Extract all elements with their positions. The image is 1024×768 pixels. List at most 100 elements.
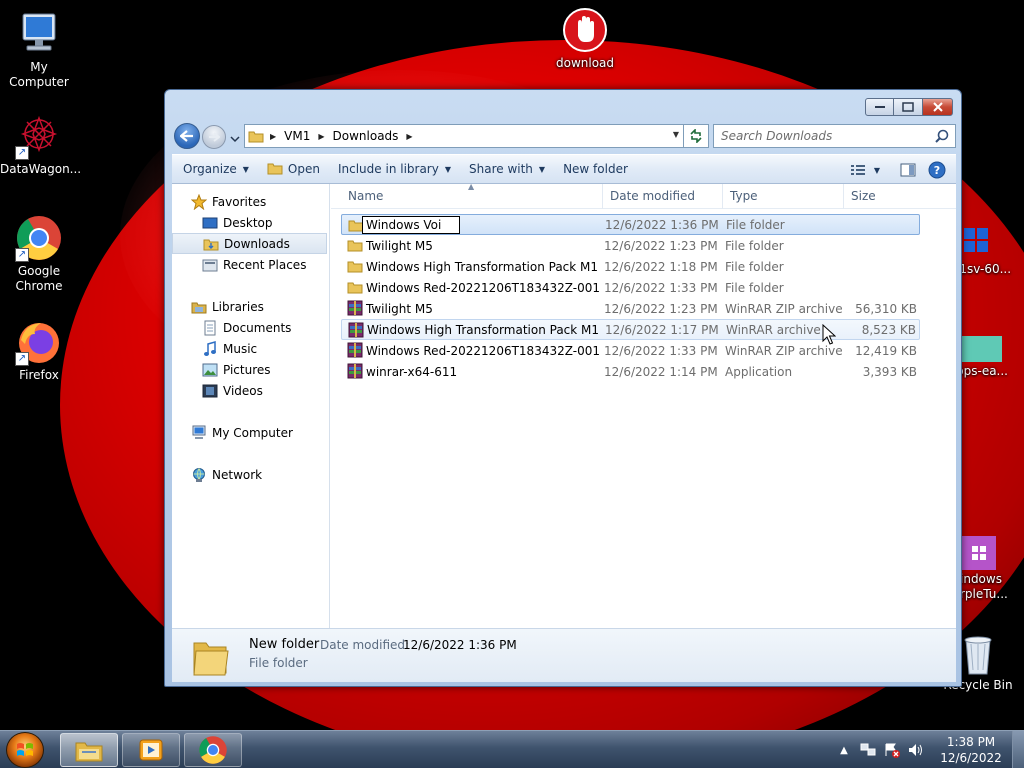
start-button[interactable] <box>6 732 44 768</box>
folder-icon <box>193 642 229 676</box>
rename-input[interactable] <box>362 216 460 234</box>
nav-label: Videos <box>223 383 263 398</box>
nav-label: Desktop <box>223 215 273 230</box>
open-button[interactable]: Open <box>258 154 329 184</box>
navigation-bar: ▶ VM1 ▶ Downloads ▶ ▼ <box>172 123 956 149</box>
show-desktop-button[interactable] <box>1012 731 1024 768</box>
desktop-icon-label: download <box>555 56 615 70</box>
network-icon <box>191 467 207 483</box>
nav-documents[interactable]: Documents <box>172 317 329 338</box>
recent-pages-button[interactable] <box>230 132 240 143</box>
preview-pane-button[interactable] <box>892 155 924 185</box>
new-folder-label: New folder <box>563 162 628 176</box>
change-view-button[interactable] <box>846 155 870 185</box>
help-button[interactable]: ? <box>924 155 950 185</box>
search-box[interactable] <box>713 124 956 148</box>
desktop-icon-windows-purple[interactable]: indows rpleTu... <box>956 536 1024 602</box>
nav-my-computer[interactable]: My Computer <box>172 422 329 443</box>
desktop-icon-label: indows rpleTu... <box>960 572 1008 601</box>
address-bar[interactable]: ▶ VM1 ▶ Downloads ▶ ▼ <box>244 124 684 148</box>
minimize-button[interactable] <box>865 98 894 116</box>
taskbar-chrome[interactable] <box>184 733 242 767</box>
file-name: Windows High Transformation Pack M1 <box>366 259 599 274</box>
taskbar-clock[interactable]: 1:38 PM 12/6/2022 <box>936 734 1006 766</box>
file-date: 12/6/2022 1:23 PM <box>604 301 718 316</box>
view-options-dropdown[interactable]: ▼ <box>870 155 892 185</box>
desktop-icon-datawagon[interactable]: ↗ DataWagon... <box>0 112 81 177</box>
file-name: Twilight M5 <box>366 301 433 316</box>
new-folder-button[interactable]: New folder <box>554 154 637 184</box>
desktop-icon-label: My Computer <box>9 60 69 89</box>
search-input[interactable] <box>721 129 921 143</box>
address-dropdown-icon[interactable]: ▼ <box>673 130 679 139</box>
chrome-icon <box>199 736 227 764</box>
file-type: WinRAR archive <box>726 322 821 337</box>
details-pane: New folder Date modified: 12/6/2022 1:36… <box>172 628 956 682</box>
column-type[interactable]: Type <box>723 184 844 209</box>
shortcut-arrow-icon: ↗ <box>15 248 29 262</box>
breadcrumb-separator-icon[interactable]: ▶ <box>266 132 280 141</box>
file-size: 56,310 KB <box>855 301 917 316</box>
organize-button[interactable]: Organize ▼ <box>172 154 258 184</box>
desktop-icon-download[interactable]: download <box>546 6 624 71</box>
desktop-icon-google-chrome[interactable]: ↗ Google Chrome <box>0 214 78 294</box>
file-row[interactable]: Twilight M5 12/6/2022 1:23 PM WinRAR ZIP… <box>341 298 920 319</box>
show-hidden-icons-icon[interactable]: ▲ <box>836 742 852 758</box>
file-row[interactable]: Windows High Transformation Pack M1 12/6… <box>341 256 920 277</box>
include-in-library-button[interactable]: Include in library ▼ <box>329 154 460 184</box>
breadcrumb-vm1[interactable]: VM1 <box>280 129 314 143</box>
close-button[interactable] <box>922 98 953 116</box>
navigation-pane[interactable]: Favorites Desktop Downloads Recent Place… <box>172 184 330 628</box>
file-name: Twilight M5 <box>366 238 433 253</box>
volume-icon[interactable] <box>908 742 924 758</box>
nav-downloads[interactable]: Downloads <box>172 233 327 254</box>
forward-button[interactable] <box>202 125 226 149</box>
nav-videos[interactable]: Videos <box>172 380 329 401</box>
refresh-button[interactable] <box>684 124 709 148</box>
file-row[interactable]: 12/6/2022 1:36 PM File folder <box>341 214 920 235</box>
breadcrumb-separator-icon[interactable]: ▶ <box>402 132 416 141</box>
desktop-icon-firefox[interactable]: ↗ Firefox <box>0 318 78 383</box>
svg-text:?: ? <box>934 164 940 177</box>
action-center-icon[interactable] <box>884 742 900 758</box>
folder-icon <box>245 129 266 143</box>
nav-network[interactable]: Network <box>172 464 329 485</box>
winrar-archive-icon <box>348 322 364 338</box>
column-name[interactable]: Name <box>341 184 603 209</box>
desktop-icon-partial-2[interactable]: pps-ea... <box>956 336 1024 379</box>
nav-pictures[interactable]: Pictures <box>172 359 329 380</box>
column-date-modified[interactable]: Date modified <box>603 184 723 209</box>
nav-favorites[interactable]: Favorites <box>172 191 329 212</box>
restore-button[interactable] <box>894 98 922 116</box>
desktop-icon-partial-1[interactable]: j1sv-60... <box>956 226 1024 277</box>
breadcrumb-downloads[interactable]: Downloads <box>329 129 403 143</box>
share-with-button[interactable]: Share with ▼ <box>460 154 554 184</box>
taskbar-media-player[interactable] <box>122 733 180 767</box>
clock-time: 1:38 PM <box>946 735 996 749</box>
file-row[interactable]: winrar-x64-611 12/6/2022 1:14 PM Applica… <box>341 361 920 382</box>
network-tray-icon[interactable] <box>860 742 876 758</box>
documents-icon <box>202 320 218 336</box>
file-type: File folder <box>725 238 784 253</box>
file-type: Application <box>725 364 793 379</box>
nav-music[interactable]: Music <box>172 338 329 359</box>
nav-libraries[interactable]: Libraries <box>172 296 329 317</box>
chrome-icon: ↗ <box>15 214 63 262</box>
downloads-folder-icon <box>203 236 219 252</box>
desktop-icon-my-computer[interactable]: My Computer <box>0 10 78 90</box>
view-controls: ▼ ? <box>846 155 950 185</box>
explorer-window[interactable]: ▶ VM1 ▶ Downloads ▶ ▼ Organize ▼ Open <box>164 89 962 687</box>
windows-purple-icon <box>962 536 996 570</box>
search-icon[interactable] <box>935 129 949 146</box>
nav-desktop[interactable]: Desktop <box>172 212 329 233</box>
column-size[interactable]: Size <box>844 184 920 209</box>
back-button[interactable] <box>174 123 200 149</box>
nav-recent-places[interactable]: Recent Places <box>172 254 329 275</box>
command-bar: Organize ▼ Open Include in library ▼ Sha… <box>172 154 956 184</box>
file-row[interactable]: Windows Red-20221206T183432Z-001 12/6/20… <box>341 277 920 298</box>
breadcrumb-separator-icon[interactable]: ▶ <box>314 132 328 141</box>
file-row[interactable]: Twilight M5 12/6/2022 1:23 PM File folde… <box>341 235 920 256</box>
file-list[interactable]: ▲ Name Date modified Type Size 12/6/2022… <box>331 182 956 628</box>
datawagon-icon: ↗ <box>15 112 63 160</box>
taskbar-explorer[interactable] <box>60 733 118 767</box>
